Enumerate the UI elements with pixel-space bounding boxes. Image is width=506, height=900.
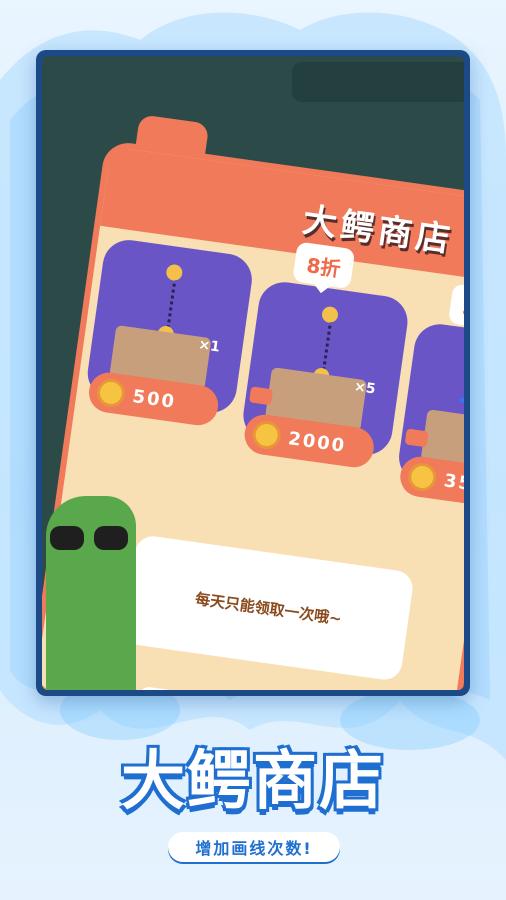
- top-decor: [292, 62, 464, 102]
- discount-badge: 2折: [134, 685, 204, 690]
- video-icon: [404, 428, 429, 448]
- discount-badge: 8折: [292, 241, 356, 290]
- daily-notice: 每天只能领取一次哦~: [122, 533, 415, 682]
- price-label: 3500: [442, 469, 464, 499]
- coin-icon: [406, 461, 439, 493]
- rope-line: [165, 272, 178, 335]
- coin-icon: [95, 377, 127, 409]
- coin-icon: [250, 419, 283, 451]
- game-screenshot-frame: 大鳄商店 ×1 500 8折 ×5 2000 5折 ⚡ 3500 每天只能领取一…: [36, 50, 470, 696]
- promo-subtitle: 增加画线次数!: [168, 832, 340, 862]
- price-label: 2000: [286, 427, 348, 457]
- game-screen: 大鳄商店 ×1 500 8折 ×5 2000 5折 ⚡ 3500 每天只能领取一…: [42, 56, 464, 690]
- crocodile-mascot: [46, 496, 136, 690]
- ball-icon: [320, 305, 340, 324]
- promo-title: 大鳄商店: [121, 745, 385, 819]
- item-quantity: ×5: [353, 378, 377, 398]
- rope-line: [321, 314, 333, 377]
- ball-icon: [165, 263, 184, 282]
- sunglasses-icon: [50, 526, 130, 552]
- buy-button[interactable]: 3500: [397, 454, 464, 512]
- video-icon: [249, 386, 274, 406]
- price-label: 500: [131, 385, 178, 413]
- item-quantity: ×1: [197, 336, 221, 356]
- discount-badge: 5折: [447, 283, 464, 332]
